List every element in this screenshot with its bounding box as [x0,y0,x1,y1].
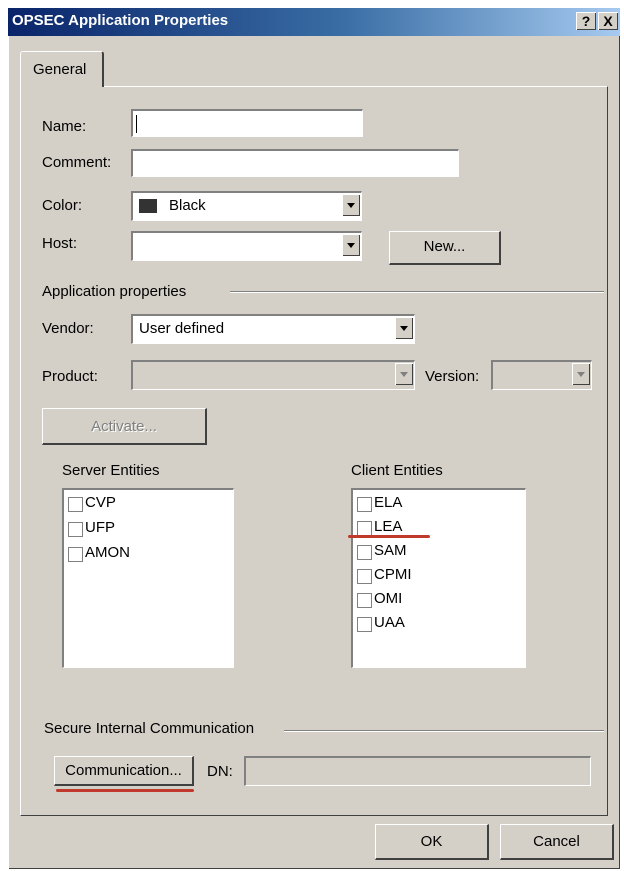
server-entity-ufp-label: UFP [85,519,115,536]
color-swatch [139,199,157,213]
product-dropdown-arrow-icon [395,363,413,385]
help-button[interactable]: ? [576,12,596,30]
cancel-button[interactable]: Cancel [500,824,614,860]
client-entity-sam-label: SAM [374,542,407,559]
version-label: Version: [425,368,480,385]
sic-divider [284,730,604,732]
vendor-dropdown-arrow-icon[interactable] [395,317,413,339]
checkbox-icon[interactable] [357,569,372,584]
client-entity-uaa-label: UAA [374,614,405,631]
cancel-button-label: Cancel [533,833,580,850]
opsec-properties-dialog: OPSEC Application Properties ? X General… [8,8,620,869]
color-dropdown-arrow-icon[interactable] [342,194,360,216]
checkbox-icon[interactable] [357,545,372,560]
client-entity-omi-label: OMI [374,590,403,607]
name-input[interactable] [131,109,363,137]
checkbox-icon[interactable] [68,522,83,537]
checkbox-icon[interactable] [357,593,372,608]
ok-button[interactable]: OK [375,824,489,860]
close-button[interactable]: X [598,12,618,30]
ok-button-label: OK [420,833,443,850]
checkbox-icon[interactable] [357,497,372,512]
server-entity-amon-label: AMON [85,544,130,561]
vendor-select[interactable]: User defined [131,314,415,344]
dn-label: DN: [207,763,233,780]
product-select [131,360,415,390]
window-title: OPSEC Application Properties [12,12,229,29]
application-properties-heading: Application properties [42,283,187,300]
communication-button[interactable]: Communication... [54,756,194,786]
color-label: Color: [42,197,83,214]
server-entities-list[interactable]: CVP UFP AMON [62,488,234,668]
name-label: Name: [42,118,87,135]
tab-general-label: General [33,61,87,78]
annotation-underline [56,789,194,792]
annotation-underline [348,535,430,538]
server-entities-label: Server Entities [62,462,160,479]
new-button[interactable]: New... [389,231,501,265]
host-dropdown-arrow-icon[interactable] [342,234,360,256]
checkbox-icon[interactable] [357,521,372,536]
host-select[interactable] [131,231,362,261]
client-entity-lea-label: LEA [374,518,403,535]
host-label: Host: [42,235,78,252]
activate-button-label: Activate... [91,418,157,435]
version-select [491,360,592,390]
group-divider [230,291,604,293]
sic-heading: Secure Internal Communication [44,720,255,737]
product-label: Product: [42,368,98,385]
color-value: Black [169,197,206,214]
client-entity-ela-label: ELA [374,494,403,511]
client-entity-cpmi-label: CPMI [374,566,412,583]
server-entity-cvp-label: CVP [85,494,116,511]
tab-general[interactable]: General [20,51,104,87]
color-select[interactable]: Black [131,191,362,221]
checkbox-icon[interactable] [68,497,83,512]
client-entities-label: Client Entities [351,462,443,479]
communication-button-label: Communication... [65,762,182,779]
title-bar[interactable]: OPSEC Application Properties ? X [8,8,620,36]
client-entities-list[interactable]: ELA LEA SAM CPMI OMI UAA [351,488,526,668]
comment-label: Comment: [42,154,112,171]
checkbox-icon[interactable] [68,547,83,562]
dn-field [244,756,591,786]
activate-button: Activate... [42,408,207,445]
version-dropdown-arrow-icon [572,363,590,385]
checkbox-icon[interactable] [357,617,372,632]
vendor-label: Vendor: [42,320,94,337]
text-caret [136,115,137,133]
comment-input[interactable] [131,149,459,177]
vendor-value: User defined [139,320,225,337]
new-button-label: New... [423,238,466,255]
